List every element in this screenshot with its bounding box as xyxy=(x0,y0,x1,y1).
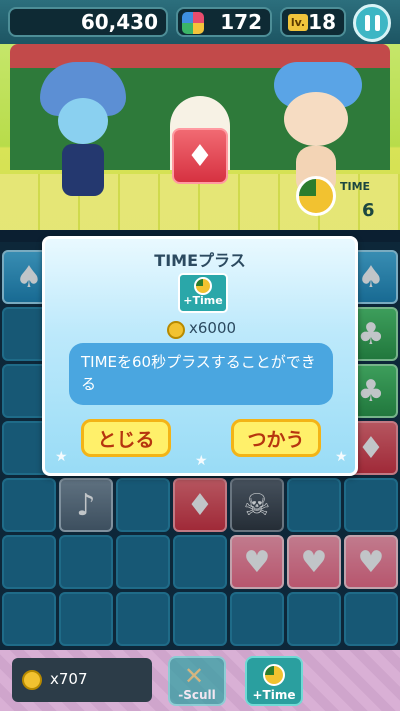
dialog-title: TIMEプラス xyxy=(154,251,246,270)
coin-icon xyxy=(22,670,42,690)
use-button[interactable]: つかう xyxy=(231,419,321,457)
star-sparkle: ★ xyxy=(335,449,348,465)
score-value: 60,430 xyxy=(80,10,158,34)
gem-count: 172 xyxy=(220,10,262,34)
level-tag: lv. xyxy=(288,14,308,31)
bottom-bar: x707 ✕ -Scull +Time xyxy=(0,650,400,711)
character-left xyxy=(40,62,126,202)
scull-item-label: -Scull xyxy=(178,688,216,702)
score-display: 60,430 xyxy=(8,7,168,37)
gem-display: 172 xyxy=(176,7,272,37)
time-item-button[interactable]: +Time xyxy=(245,656,303,706)
game-scene: ♦ xyxy=(0,44,400,230)
time-label: TIME xyxy=(340,180,371,193)
clock-icon xyxy=(263,664,285,686)
star-sparkle: ★ xyxy=(55,449,68,465)
scene-diamond-tile: ♦ xyxy=(172,128,228,184)
character-right-face xyxy=(284,92,348,146)
dialog-cost: x6000 xyxy=(189,319,237,337)
close-button[interactable]: とじる xyxy=(81,419,171,457)
dialog-message: TIMEを60秒プラスすることができる xyxy=(69,343,333,405)
star-sparkle: ★ xyxy=(195,453,208,469)
coin-icon xyxy=(167,321,185,339)
clock-icon xyxy=(296,176,336,216)
level-display: lv. 18 xyxy=(280,7,346,37)
coin-count: x707 xyxy=(50,670,88,688)
character-left-face xyxy=(58,98,108,144)
character-left-body xyxy=(62,144,104,196)
cross-icon: ✕ xyxy=(184,662,205,690)
scull-item-button[interactable]: ✕ -Scull xyxy=(168,656,226,706)
clock-icon xyxy=(194,277,212,295)
pause-icon xyxy=(364,15,370,31)
level-value: 18 xyxy=(308,10,336,34)
time-item-icon: +Time xyxy=(178,273,228,313)
top-hud: 60,430 172 lv. 18 xyxy=(0,0,400,44)
time-item-label: +Time xyxy=(252,688,296,702)
pause-button[interactable] xyxy=(353,4,391,42)
coin-panel: x707 xyxy=(12,658,152,702)
time-item-label: +Time xyxy=(183,294,223,307)
gem-icon xyxy=(182,12,204,34)
pause-icon-bar xyxy=(374,15,380,31)
time-value: 6 xyxy=(362,200,375,221)
time-plus-dialog: TIMEプラス +Time x6000 TIMEを60秒プラスすることができる … xyxy=(42,236,358,476)
